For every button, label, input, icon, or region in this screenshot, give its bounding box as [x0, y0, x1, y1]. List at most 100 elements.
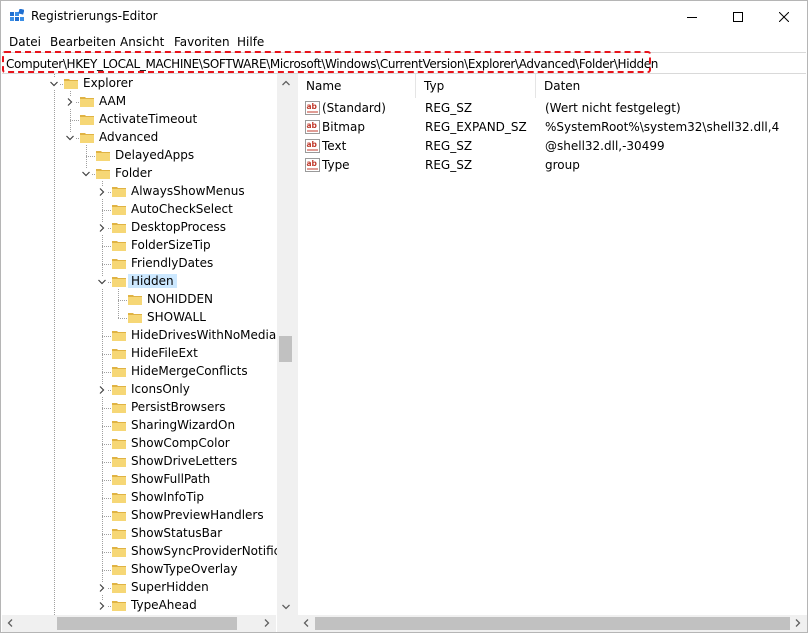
address-bar[interactable]: Computer\HKEY_LOCAL_MACHINE\SOFTWARE\Mic…	[2, 52, 806, 74]
tree-item[interactable]: ShowFullPath	[2, 471, 277, 489]
values-horizontal-scrollbar[interactable]	[298, 615, 807, 632]
tree-item[interactable]: SuperHidden	[2, 579, 277, 597]
chevron-left-icon[interactable]	[303, 619, 309, 627]
close-button[interactable]	[761, 1, 807, 32]
chevron-down-icon[interactable]	[48, 78, 60, 90]
string-value-icon: ab	[305, 120, 320, 134]
folder-icon	[112, 187, 126, 197]
tree-connector	[102, 246, 111, 247]
tree-connector	[102, 408, 111, 409]
tree-item[interactable]: HideFileExt	[2, 345, 277, 363]
value-row[interactable]: ab (Standard) REG_SZ (Wert nicht festgelegt…	[298, 99, 807, 118]
tree-horizontal-scrollbar[interactable]	[2, 615, 276, 632]
folder-icon	[112, 385, 126, 395]
tree-item[interactable]: HideDrivesWithNoMedia	[2, 327, 277, 345]
chevron-right-icon[interactable]	[96, 582, 108, 594]
tree-item[interactable]: ShowPreviewHandlers	[2, 507, 277, 525]
tree-item-label: AAM	[99, 94, 127, 108]
chevron-right-icon[interactable]	[64, 96, 76, 108]
tree-item-label: DesktopProcess	[131, 220, 227, 234]
tree-item[interactable]: AAM	[2, 93, 277, 111]
chevron-right-icon[interactable]	[96, 186, 108, 198]
tree-item-label: SuperHidden	[131, 580, 209, 594]
folder-icon	[96, 151, 110, 161]
key-tree-pane[interactable]: Explorer AAM ActivateTimeout Advanced Delaye…	[2, 74, 293, 632]
tree-item[interactable]: ActivateTimeout	[2, 111, 277, 129]
scrollbar-corner	[277, 615, 294, 632]
menu-hilfe[interactable]: Hilfe	[237, 35, 264, 49]
menu-bearbeiten[interactable]: Bearbeiten	[50, 35, 116, 49]
tree-item[interactable]: HideMergeConflicts	[2, 363, 277, 381]
tree-item-label: PersistBrowsers	[131, 400, 226, 414]
tree-scroll-thumb[interactable]	[279, 336, 292, 362]
column-header-name[interactable]: Name	[298, 74, 416, 98]
chevron-right-icon[interactable]	[264, 619, 270, 627]
tree-item[interactable]: ShowCompColor	[2, 435, 277, 453]
tree-item[interactable]: IconsOnly	[2, 381, 277, 399]
chevron-down-icon[interactable]	[64, 132, 76, 144]
string-value-icon: ab	[305, 101, 320, 115]
chevron-down-icon[interactable]	[96, 276, 108, 288]
title-bar[interactable]: Registrierungs-Editor	[1, 1, 807, 32]
tree-item[interactable]: Folder	[2, 165, 277, 183]
tree-item[interactable]: ShowSyncProviderNotificat	[2, 543, 292, 561]
minimize-button[interactable]	[669, 1, 715, 32]
tree-item[interactable]: ShowDriveLetters	[2, 453, 277, 471]
chevron-right-icon[interactable]	[96, 384, 108, 396]
tree-item[interactable]: Explorer	[2, 75, 277, 93]
tree-connector	[86, 156, 95, 157]
tree-item-label: HideFileExt	[131, 346, 198, 360]
tree-connector	[102, 498, 111, 499]
values-hscroll-thumb[interactable]	[315, 617, 790, 630]
tree-item[interactable]: DelayedApps	[2, 147, 277, 165]
menu-favoriten[interactable]: Favoriten	[174, 35, 230, 49]
tree-connector	[102, 534, 111, 535]
value-row[interactable]: ab Type REG_SZ group	[298, 156, 807, 175]
scroll-up-arrow[interactable]	[277, 74, 293, 91]
tree-item[interactable]: SHOWALL	[2, 309, 277, 327]
value-row[interactable]: ab Text REG_SZ @shell32.dll,-30499	[298, 137, 807, 156]
chevron-right-icon[interactable]	[96, 600, 108, 612]
tree-item[interactable]: TypeAhead	[2, 597, 277, 615]
tree-item[interactable]: Advanced	[2, 129, 277, 147]
tree-item-label: IconsOnly	[131, 382, 190, 396]
tree-item-label: ShowInfoTip	[131, 490, 205, 504]
tree-item[interactable]: FriendlyDates	[2, 255, 277, 273]
tree-item[interactable]: ShowInfoTip	[2, 489, 277, 507]
chevron-left-icon[interactable]	[7, 619, 13, 627]
tree-item-label: ShowPreviewHandlers	[131, 508, 264, 522]
column-header-type[interactable]: Typ	[416, 74, 536, 98]
folder-icon	[112, 259, 126, 269]
tree-item[interactable]: NOHIDDEN	[2, 291, 277, 309]
tree-hscroll-thumb[interactable]	[57, 617, 237, 630]
tree-item-label: TypeAhead	[131, 598, 197, 612]
chevron-right-icon[interactable]	[795, 619, 801, 627]
column-header-data[interactable]: Daten	[536, 74, 807, 98]
tree-item-label: Folder	[115, 166, 153, 180]
tree-item[interactable]: SharingWizardOn	[2, 417, 277, 435]
tree-item[interactable]: FolderSizeTip	[2, 237, 277, 255]
folder-icon	[112, 511, 126, 521]
folder-icon	[128, 295, 142, 305]
tree-item[interactable]: DesktopProcess	[2, 219, 277, 237]
tree-item[interactable]: AlwaysShowMenus	[2, 183, 277, 201]
value-row[interactable]: ab Bitmap REG_EXPAND_SZ %SystemRoot%\system…	[298, 118, 807, 137]
chevron-right-icon[interactable]	[96, 222, 108, 234]
tree-item[interactable]: ShowStatusBar	[2, 525, 277, 543]
tree-item[interactable]: AutoCheckSelect	[2, 201, 277, 219]
maximize-button[interactable]	[715, 1, 761, 32]
tree-item[interactable]: Hidden	[2, 273, 277, 291]
chevron-down-icon[interactable]	[80, 168, 92, 180]
value-name: Type	[322, 158, 350, 172]
scroll-down-arrow[interactable]	[277, 598, 293, 615]
tree-item[interactable]: PersistBrowsers	[2, 399, 277, 417]
tree-vertical-scrollbar[interactable]	[277, 74, 293, 615]
folder-icon	[112, 529, 126, 539]
menu-ansicht[interactable]: Ansicht	[120, 35, 164, 49]
tree-item-label: SharingWizardOn	[131, 418, 236, 432]
value-list-pane[interactable]: Name Typ Daten ab (Standard) REG_SZ (Wert n…	[298, 74, 807, 632]
address-path[interactable]: Computer\HKEY_LOCAL_MACHINE\SOFTWARE\Mic…	[6, 57, 658, 71]
svg-text:ab: ab	[307, 121, 318, 130]
tree-item[interactable]: ShowTypeOverlay	[2, 561, 277, 579]
menu-datei[interactable]: Datei	[9, 35, 41, 49]
